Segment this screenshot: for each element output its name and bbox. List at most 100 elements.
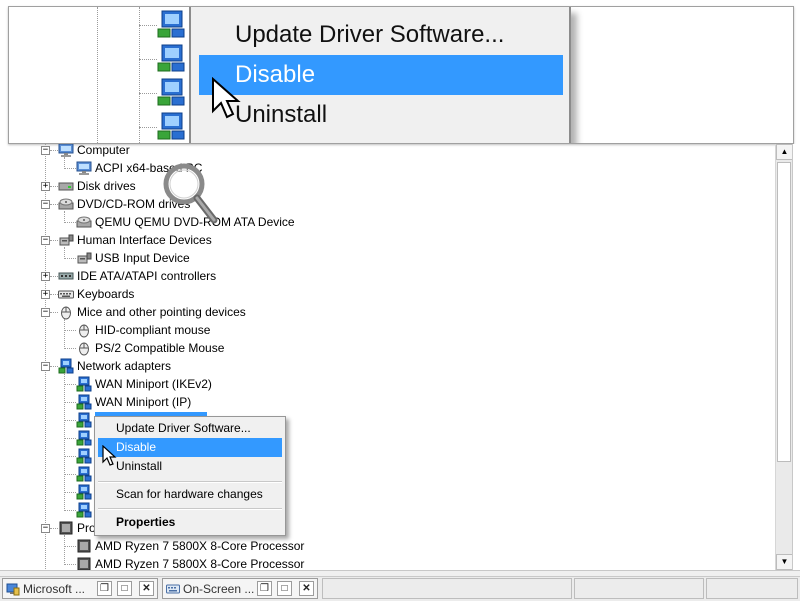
tree-line <box>50 294 58 295</box>
scroll-up-button[interactable]: ▲ <box>776 144 793 160</box>
network-adapter-icon <box>58 358 74 374</box>
tree-item-label: USB Input Device <box>95 251 190 265</box>
tree-line <box>64 546 76 547</box>
collapse-icon[interactable]: − <box>41 200 50 209</box>
tree-category[interactable]: + IDE ATA/ATAPI controllers <box>0 267 775 285</box>
processor-icon <box>59 521 73 535</box>
window-title: On-Screen ... <box>183 582 255 596</box>
tree-category[interactable]: − Network adapters <box>0 357 775 375</box>
disk-drive-icon <box>58 182 74 191</box>
ide-controller-icon <box>58 272 74 280</box>
menu-item-update-driver[interactable]: Update Driver Software... <box>98 419 282 438</box>
restore-button[interactable]: ❐ <box>257 581 272 596</box>
expand-icon[interactable]: + <box>41 272 50 281</box>
tree-item-label: WAN Miniport (IKEv2) <box>95 377 212 391</box>
collapse-icon[interactable]: − <box>41 146 50 155</box>
tree-item-label: IDE ATA/ATAPI controllers <box>77 269 217 283</box>
network-adapter-icon <box>76 466 92 482</box>
tree-device[interactable]: ACPI x64-based PC <box>0 159 775 177</box>
tree-category[interactable]: − Mice and other pointing devices <box>0 303 775 321</box>
network-adapter-icon <box>76 412 92 428</box>
mouse-cursor-icon <box>212 77 241 119</box>
tree-line <box>64 211 65 223</box>
scrollbar-thumb[interactable] <box>777 162 791 462</box>
tree-line <box>64 535 65 565</box>
network-adapter-icon <box>76 502 92 518</box>
tree-line <box>50 150 58 151</box>
tree-line <box>64 474 76 475</box>
tree-line <box>64 168 76 169</box>
tree-item-label: Network adapters <box>77 359 172 373</box>
tree-line <box>64 330 76 331</box>
window-title: Microsoft ... <box>23 582 86 596</box>
tree-line <box>64 510 76 511</box>
tree-line <box>50 366 58 367</box>
zoomed-menu-item-disable: Disable <box>199 55 563 95</box>
tree-line <box>64 456 76 457</box>
tree-line <box>64 319 65 349</box>
mouse-icon <box>79 324 89 338</box>
maximize-button[interactable]: □ <box>277 581 292 596</box>
tree-category[interactable]: + Keyboards <box>0 285 775 303</box>
menu-item-disable[interactable]: Disable <box>98 438 282 457</box>
collapse-icon[interactable]: − <box>41 308 50 317</box>
collapse-icon[interactable]: − <box>41 362 50 371</box>
collapse-icon[interactable]: − <box>41 236 50 245</box>
tree-line <box>64 384 76 385</box>
hid-icon <box>59 234 74 246</box>
tree-category[interactable]: − DVD/CD-ROM drives <box>0 195 775 213</box>
maximize-button[interactable]: □ <box>117 581 132 596</box>
menu-item-scan-hardware[interactable]: Scan for hardware changes <box>98 485 282 504</box>
management-console-icon <box>6 583 20 596</box>
taskbar-panel <box>574 578 704 599</box>
tree-line <box>50 312 58 313</box>
tree-device[interactable]: WAN Miniport (IKEv2) <box>0 375 775 393</box>
tree-item-label: Pro <box>77 521 96 535</box>
menu-separator <box>98 508 282 510</box>
tree-item-label: PS/2 Compatible Mouse <box>95 341 225 355</box>
menu-item-properties[interactable]: Properties <box>98 513 282 532</box>
tree-device[interactable]: AMD Ryzen 7 5800X 8-Core Processor <box>0 555 775 570</box>
tree-device[interactable]: HID-compliant mouse <box>0 321 775 339</box>
dvd-drive-icon <box>76 216 92 228</box>
mouse-icon <box>61 306 71 320</box>
tree-category[interactable]: − Computer <box>0 144 775 159</box>
tree-line <box>64 222 76 223</box>
menu-item-uninstall[interactable]: Uninstall <box>98 457 282 476</box>
close-button[interactable]: ✕ <box>139 581 154 596</box>
expand-icon[interactable]: + <box>41 182 50 191</box>
tree-device[interactable]: AMD Ryzen 7 5800X 8-Core Processor <box>0 537 775 555</box>
close-button[interactable]: ✕ <box>299 581 314 596</box>
zoomed-menu-item-update: Update Driver Software... <box>235 21 505 48</box>
tree-item-label: Mice and other pointing devices <box>77 305 246 319</box>
scroll-down-button[interactable]: ▼ <box>776 554 793 570</box>
tree-device[interactable]: USB Input Device <box>0 249 775 267</box>
expand-icon[interactable]: + <box>41 290 50 299</box>
processor-icon <box>77 539 91 553</box>
tree-category[interactable]: − Human Interface Devices <box>0 231 775 249</box>
tree-category[interactable]: + Disk drives <box>0 177 775 195</box>
tree-item-label: WAN Miniport (IP) <box>95 395 192 409</box>
keyboard-icon <box>166 584 180 594</box>
tree-line <box>64 402 76 403</box>
tree-device[interactable]: WAN Miniport (IP) <box>0 393 775 411</box>
dvd-drive-icon <box>58 198 74 210</box>
tree-item-label: Keyboards <box>77 287 135 301</box>
processor-icon <box>77 557 91 570</box>
minimized-window-on-screen-keyboard[interactable]: On-Screen ... ❐ □ ✕ <box>162 578 318 599</box>
collapse-icon[interactable]: − <box>41 524 50 533</box>
magnifier-icon <box>163 163 218 224</box>
keyboard-icon <box>58 290 74 299</box>
network-adapter-icon <box>76 430 92 446</box>
network-adapter-icon <box>157 10 185 38</box>
tree-device[interactable]: QEMU QEMU DVD-ROM ATA Device <box>0 213 775 231</box>
tree-device[interactable]: PS/2 Compatible Mouse <box>0 339 775 357</box>
tree-line <box>64 438 76 439</box>
restore-button[interactable]: ❐ <box>97 581 112 596</box>
minimized-window-management-console[interactable]: Microsoft ... ❐ □ ✕ <box>2 578 158 599</box>
network-adapter-icon <box>157 44 185 72</box>
vertical-scrollbar[interactable]: ▲ ▼ <box>775 144 793 570</box>
tree-line <box>64 247 65 259</box>
tree-line <box>64 492 76 493</box>
tree-line <box>50 204 58 205</box>
